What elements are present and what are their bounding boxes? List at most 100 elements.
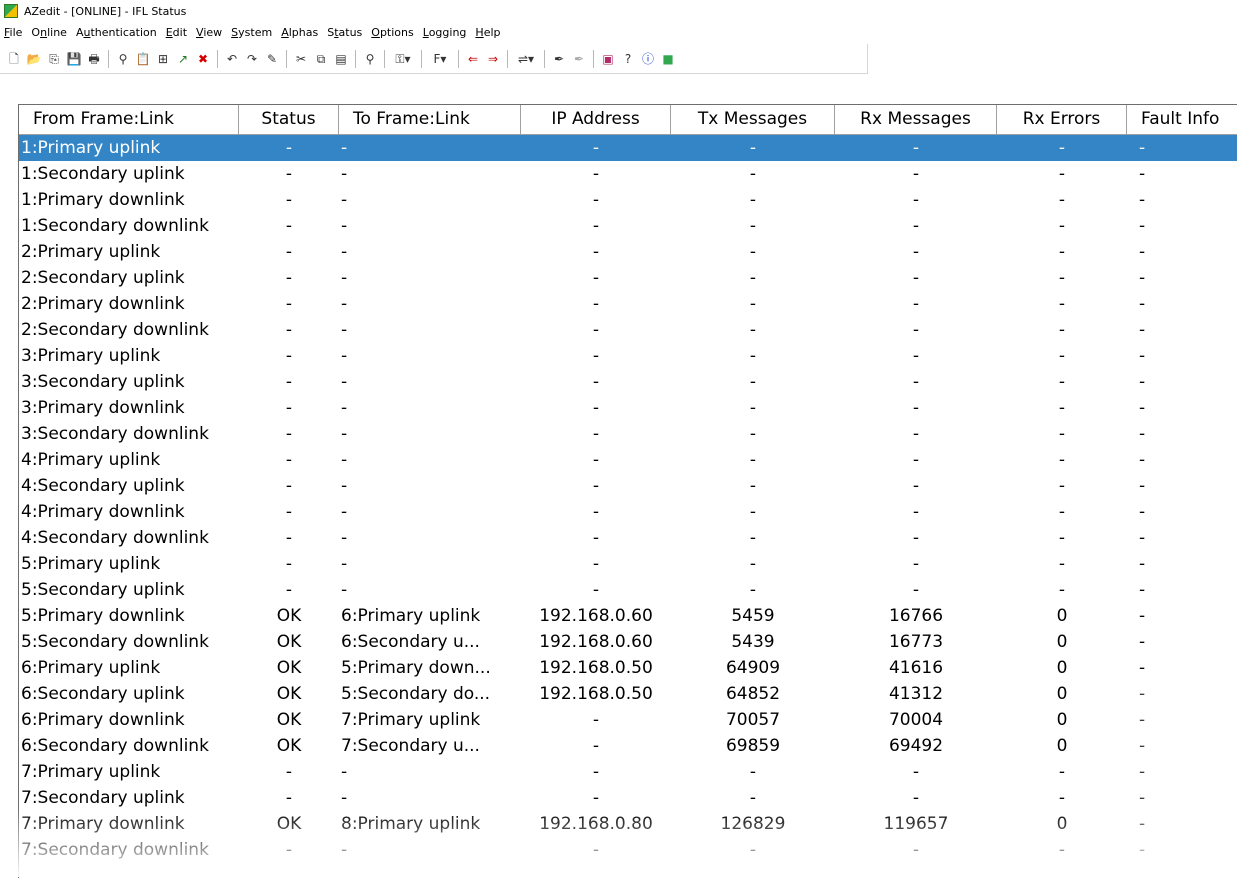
table-row[interactable]: 2:Primary downlink - - - - - - - xyxy=(19,291,1237,317)
help-cursor-icon[interactable]: ? xyxy=(620,51,636,67)
arrow-left-icon[interactable]: ⇐ xyxy=(465,51,481,67)
paste-doc-icon[interactable]: ▤ xyxy=(333,51,349,67)
table-cell: - xyxy=(592,138,600,158)
table-cell: - xyxy=(1139,450,1146,470)
network-dropdown-icon[interactable]: ⇌▾ xyxy=(514,51,538,67)
column-header-fault-info[interactable]: Fault Info xyxy=(1127,105,1237,135)
table-cell: - xyxy=(1058,762,1066,782)
paste-icon[interactable]: 📋 xyxy=(135,51,151,67)
table-row[interactable]: 2:Secondary downlink - - - - - - - xyxy=(19,317,1237,343)
menu-item-file[interactable]: File xyxy=(4,26,22,39)
table-row[interactable]: 4:Secondary downlink - - - - - - - xyxy=(19,525,1237,551)
open-folder-icon[interactable]: 📂 xyxy=(26,51,42,67)
new-file-icon[interactable]: 🗋 xyxy=(6,51,22,67)
table-cell: 6:Primary uplink xyxy=(341,606,481,626)
arrow-right-icon[interactable]: ⇒ xyxy=(485,51,501,67)
table-cell: - xyxy=(912,840,920,860)
undo-icon[interactable]: ↶ xyxy=(224,51,240,67)
table-cell: 3:Primary uplink xyxy=(21,346,161,366)
table-cell: - xyxy=(341,502,348,522)
table-row[interactable]: 3:Primary uplink - - - - - - - xyxy=(19,343,1237,369)
table-row[interactable]: 1:Primary downlink - - - - - - - xyxy=(19,187,1237,213)
table-row[interactable]: 6:Primary downlink OK 7:Primary uplink - 700… xyxy=(19,707,1237,733)
table-row[interactable]: 4:Secondary uplink - - - - - - - xyxy=(19,473,1237,499)
tree-icon[interactable]: ⊞ xyxy=(155,51,171,67)
pen-disabled-icon[interactable]: ✒ xyxy=(571,51,587,67)
toolbar-separator xyxy=(286,49,287,68)
pen-icon[interactable]: ✒ xyxy=(551,51,567,67)
menu-item-system[interactable]: System xyxy=(231,26,272,39)
table-cell: 126829 xyxy=(720,814,786,834)
info-icon[interactable]: ⓘ xyxy=(640,51,656,67)
table-row[interactable]: 1:Primary uplink - - - - - - - xyxy=(19,135,1237,161)
table-row[interactable]: 6:Primary uplink OK 5:Primary down... 192.1… xyxy=(19,655,1237,681)
table-row[interactable]: 1:Secondary downlink - - - - - - - xyxy=(19,213,1237,239)
table-row[interactable]: 3:Secondary downlink - - - - - - - xyxy=(19,421,1237,447)
table-row[interactable]: 3:Primary downlink - - - - - - - xyxy=(19,395,1237,421)
table-cell: - xyxy=(1058,216,1066,236)
pencil-icon[interactable]: ✎ xyxy=(264,51,280,67)
column-header-to-frame-link[interactable]: To Frame:Link xyxy=(339,105,521,135)
table-row[interactable]: 7:Secondary downlink - - - - - - - xyxy=(19,837,1237,863)
table-cell: 4:Secondary uplink xyxy=(21,476,185,496)
table-row[interactable]: 7:Secondary uplink - - - - - - - xyxy=(19,785,1237,811)
menu-item-online[interactable]: Online xyxy=(31,26,67,39)
table-row[interactable]: 5:Primary downlink OK 6:Primary uplink 192.… xyxy=(19,603,1237,629)
print-icon[interactable]: 🖶 xyxy=(86,51,102,67)
menu-item-alphas[interactable]: Alphas xyxy=(281,26,318,39)
table-row[interactable]: 2:Secondary uplink - - - - - - - xyxy=(19,265,1237,291)
table-row[interactable]: 6:Secondary downlink OK 7:Secondary u... - 6… xyxy=(19,733,1237,759)
font-dropdown-icon[interactable]: F▾ xyxy=(428,51,452,67)
table-row[interactable]: 4:Primary downlink - - - - - - - xyxy=(19,499,1237,525)
table-cell: - xyxy=(592,320,600,340)
table-row[interactable]: 7:Primary uplink - - - - - - - xyxy=(19,759,1237,785)
menu-item-edit[interactable]: Edit xyxy=(166,26,187,39)
table-cell: - xyxy=(285,580,293,600)
table-row[interactable]: 7:Primary downlink OK 8:Primary uplink 192.… xyxy=(19,811,1237,837)
table-cell: - xyxy=(341,346,348,366)
column-header-tx-messages[interactable]: Tx Messages xyxy=(671,105,835,135)
table-cell: - xyxy=(749,840,757,860)
toolbar-separator xyxy=(593,49,594,68)
menu-item-authentication[interactable]: Authentication xyxy=(76,26,157,39)
magnifier-icon[interactable]: ⚲ xyxy=(362,51,378,67)
redo-icon[interactable]: ↷ xyxy=(244,51,260,67)
table-row[interactable]: 1:Secondary uplink - - - - - - - xyxy=(19,161,1237,187)
connect-icon[interactable]: ⚲ xyxy=(115,51,131,67)
table-cell: - xyxy=(341,138,348,158)
copy-doc-icon[interactable]: ⧉ xyxy=(313,51,329,67)
trend-up-icon[interactable]: ↗ xyxy=(175,51,191,67)
save-icon[interactable]: 💾 xyxy=(66,51,82,67)
menu-item-options[interactable]: Options xyxy=(371,26,413,39)
table-cell: - xyxy=(341,398,348,418)
menu-item-status[interactable]: Status xyxy=(327,26,362,39)
cut-icon[interactable]: ✂ xyxy=(293,51,309,67)
menu-item-help[interactable]: Help xyxy=(475,26,500,39)
table-row[interactable]: 3:Secondary uplink - - - - - - - xyxy=(19,369,1237,395)
menu-item-view[interactable]: View xyxy=(196,26,222,39)
table-cell: - xyxy=(592,580,600,600)
column-header-rx-messages[interactable]: Rx Messages xyxy=(835,105,997,135)
table-cell: OK xyxy=(276,736,302,756)
table-cell: - xyxy=(285,424,293,444)
table-cell: - xyxy=(749,450,757,470)
table-row[interactable]: 6:Secondary uplink OK 5:Secondary do... 192… xyxy=(19,681,1237,707)
table-cell: - xyxy=(1139,684,1146,704)
close-red-icon[interactable]: ✖ xyxy=(195,51,211,67)
column-header-status[interactable]: Status xyxy=(239,105,339,135)
table-cell: - xyxy=(592,164,600,184)
app-logo-icon[interactable]: ■ xyxy=(660,51,676,67)
key-dropdown-icon[interactable]: ⚿▾ xyxy=(391,51,415,67)
copy-icon[interactable]: ⎘ xyxy=(46,51,62,67)
column-header-rx-errors[interactable]: Rx Errors xyxy=(997,105,1127,135)
book-icon[interactable]: ▣ xyxy=(600,51,616,67)
table-row[interactable]: 5:Secondary downlink OK 6:Secondary u... 19… xyxy=(19,629,1237,655)
column-header-ip-address[interactable]: IP Address xyxy=(521,105,671,135)
column-header-from-frame-link[interactable]: From Frame:Link xyxy=(19,105,239,135)
menu-item-logging[interactable]: Logging xyxy=(423,26,467,39)
table-cell: 5:Primary downlink xyxy=(21,606,185,626)
table-row[interactable]: 5:Primary uplink - - - - - - - xyxy=(19,551,1237,577)
table-row[interactable]: 5:Secondary uplink - - - - - - - xyxy=(19,577,1237,603)
table-row[interactable]: 4:Primary uplink - - - - - - - xyxy=(19,447,1237,473)
table-row[interactable]: 2:Primary uplink - - - - - - - xyxy=(19,239,1237,265)
